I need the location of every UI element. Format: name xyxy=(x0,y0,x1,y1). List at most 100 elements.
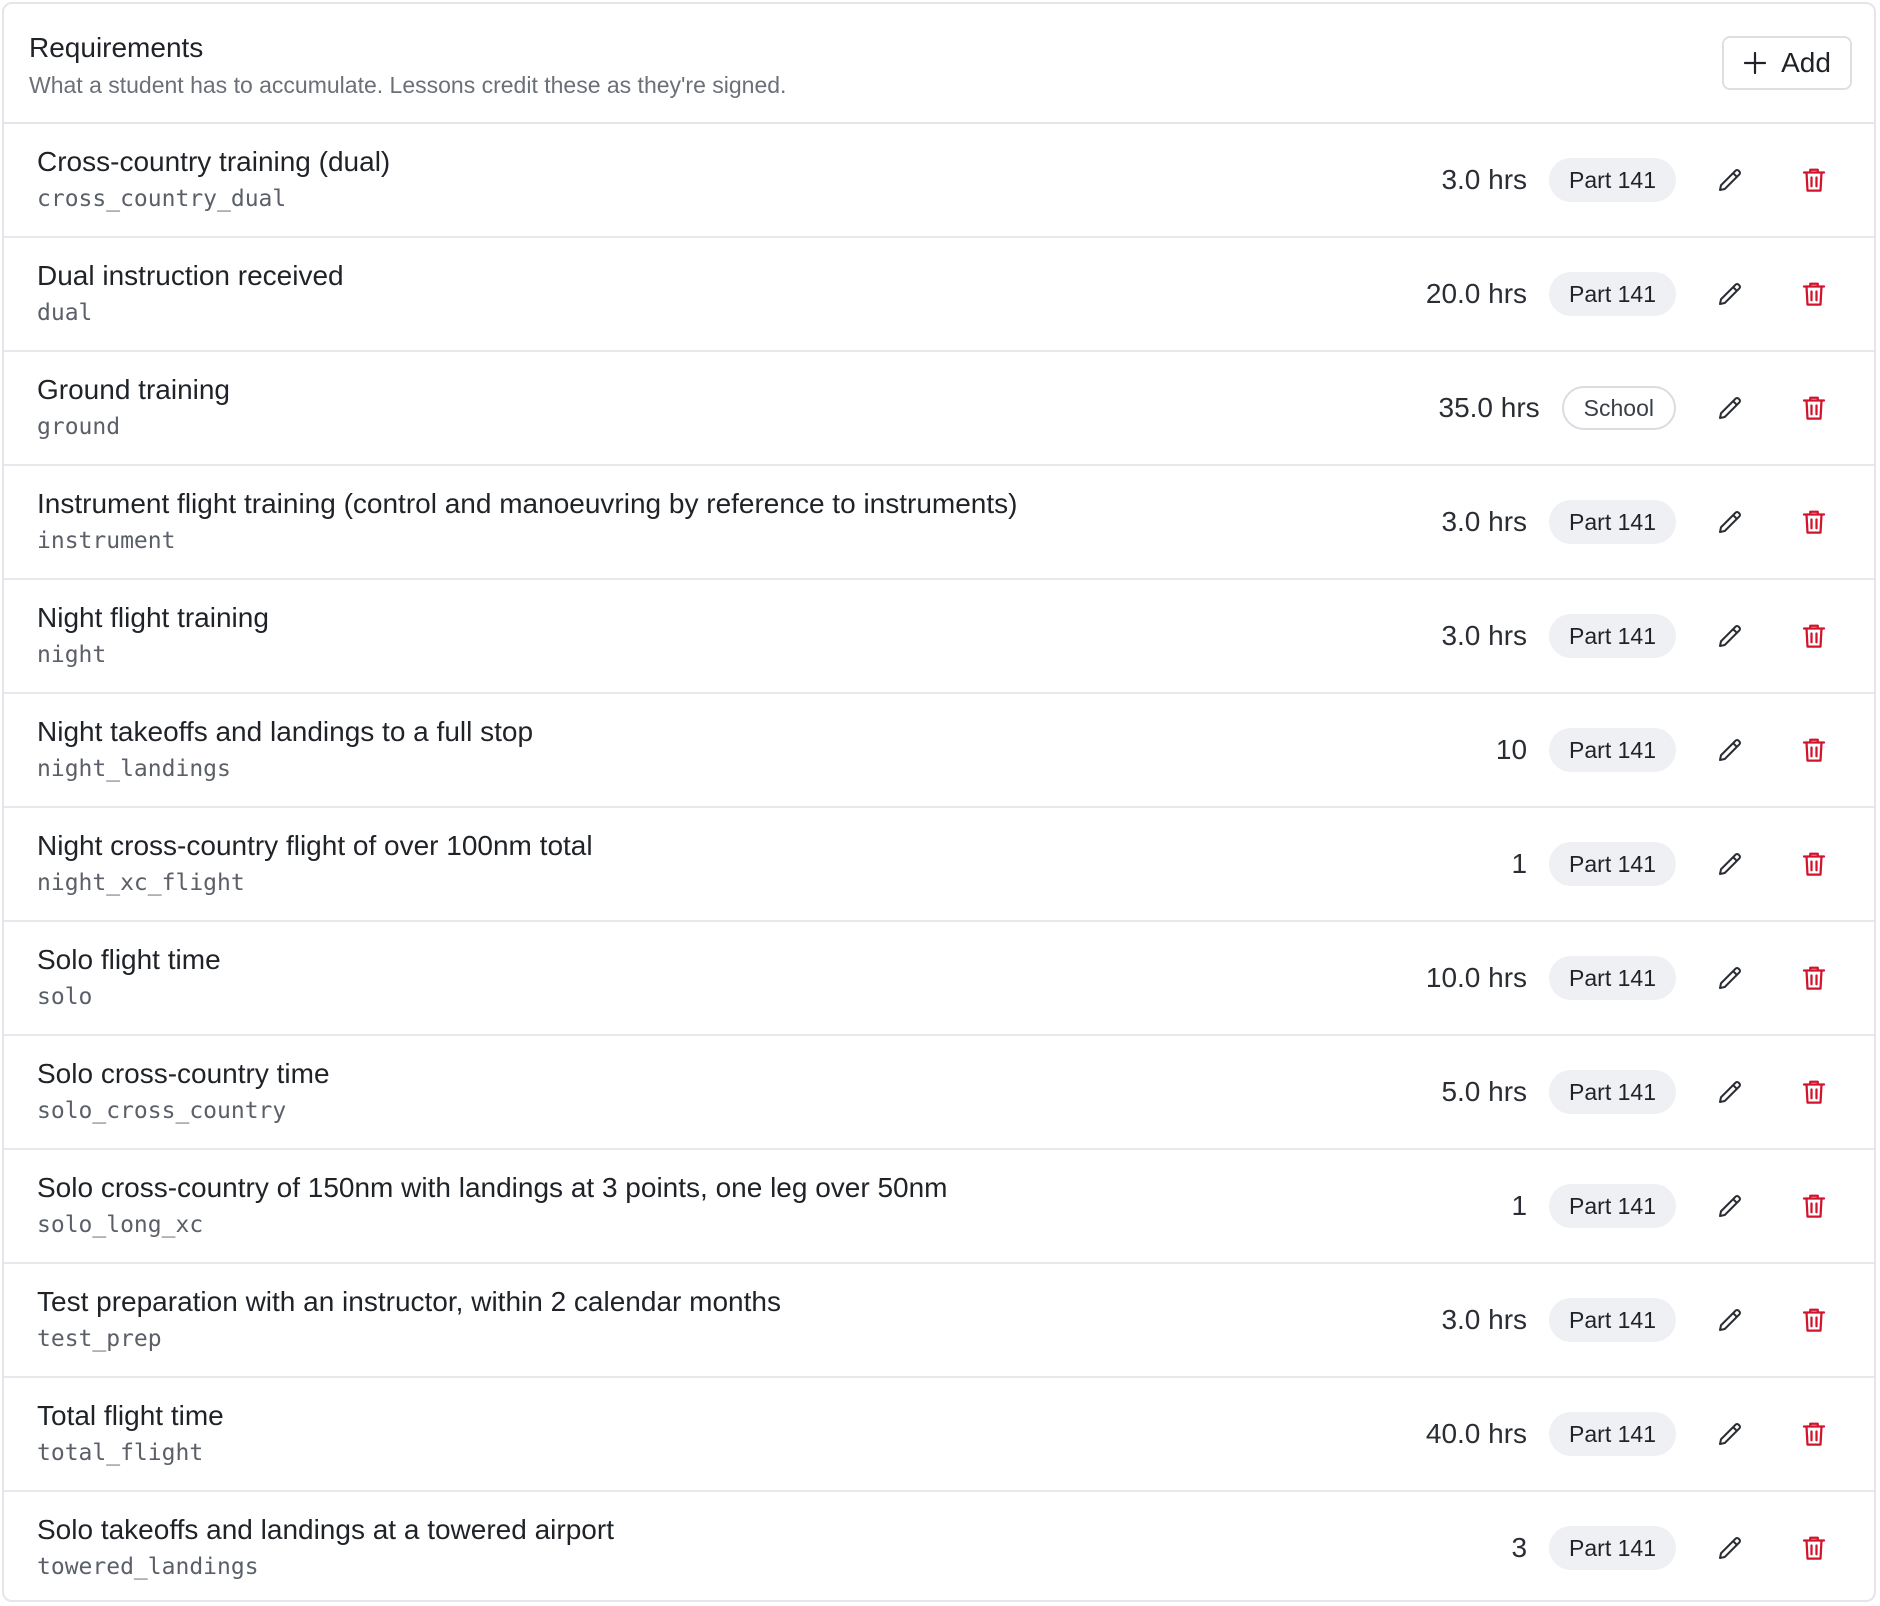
add-button[interactable]: Add xyxy=(1722,36,1852,90)
requirement-title: Night cross-country flight of over 100nm… xyxy=(37,830,593,861)
trash-icon xyxy=(1799,279,1829,309)
edit-button[interactable] xyxy=(1710,502,1750,542)
trash-icon xyxy=(1799,1191,1829,1221)
requirement-row: Instrument flight training (control and … xyxy=(4,466,1874,580)
delete-button[interactable] xyxy=(1794,844,1834,884)
pencil-icon xyxy=(1715,165,1745,195)
requirement-value: 20.0 hrs xyxy=(1425,278,1528,309)
delete-button[interactable] xyxy=(1794,1300,1834,1340)
pencil-icon xyxy=(1715,735,1745,765)
requirement-actions: 3.0 hrs Part 141 xyxy=(1441,1264,1834,1376)
requirement-title: Solo cross-country of 150nm with landing… xyxy=(37,1172,948,1203)
add-button-label: Add xyxy=(1781,47,1831,78)
plus-icon xyxy=(1743,51,1767,75)
edit-button[interactable] xyxy=(1710,388,1750,428)
requirement-key: instrument xyxy=(37,528,176,554)
pencil-icon xyxy=(1715,1077,1745,1107)
requirement-badge: Part 141 xyxy=(1549,1526,1676,1570)
edit-button[interactable] xyxy=(1710,730,1750,770)
trash-icon xyxy=(1799,1305,1829,1335)
requirement-row: Solo cross-country time solo_cross_countr… xyxy=(4,1036,1874,1150)
requirement-title: Night flight training xyxy=(37,602,269,633)
requirement-value: 5.0 hrs xyxy=(1441,1076,1528,1107)
requirements-list: Cross-country training (dual) cross_count… xyxy=(4,124,1874,1600)
requirement-badge: Part 141 xyxy=(1549,272,1676,316)
pencil-icon xyxy=(1715,963,1745,993)
requirement-title: Test preparation with an instructor, wit… xyxy=(37,1286,781,1317)
requirement-key: test_prep xyxy=(37,1326,162,1352)
requirement-title: Solo flight time xyxy=(37,944,221,975)
requirement-actions: 35.0 hrs School xyxy=(1439,352,1835,464)
delete-button[interactable] xyxy=(1794,1186,1834,1226)
edit-button[interactable] xyxy=(1710,160,1750,200)
requirement-actions: 3.0 hrs Part 141 xyxy=(1441,466,1834,578)
delete-button[interactable] xyxy=(1794,616,1834,656)
requirement-badge: Part 141 xyxy=(1549,1298,1676,1342)
requirement-key: solo xyxy=(37,984,93,1010)
requirement-actions: 20.0 hrs Part 141 xyxy=(1426,238,1834,350)
requirement-title: Ground training xyxy=(37,374,231,405)
requirement-row: Night takeoffs and landings to a full st… xyxy=(4,694,1874,808)
trash-icon xyxy=(1799,1419,1829,1449)
edit-button[interactable] xyxy=(1710,1186,1750,1226)
pencil-icon xyxy=(1715,1419,1745,1449)
requirement-title: Instrument flight training (control and … xyxy=(37,488,1018,519)
delete-button[interactable] xyxy=(1794,730,1834,770)
requirement-value: 3 xyxy=(1511,1532,1528,1563)
edit-button[interactable] xyxy=(1710,1072,1750,1112)
delete-button[interactable] xyxy=(1794,274,1834,314)
requirement-title: Cross-country training (dual) xyxy=(37,146,391,177)
requirement-key: ground xyxy=(37,414,121,440)
requirement-value: 3.0 hrs xyxy=(1441,1304,1528,1335)
requirements-panel: Requirements What a student has to accum… xyxy=(2,2,1876,1602)
panel-header: Requirements What a student has to accum… xyxy=(4,4,1874,124)
delete-button[interactable] xyxy=(1794,1072,1834,1112)
requirement-actions: 1 Part 141 xyxy=(1511,808,1834,920)
requirement-key: night_landings xyxy=(37,756,231,782)
requirement-badge: Part 141 xyxy=(1549,842,1676,886)
delete-button[interactable] xyxy=(1794,1528,1834,1568)
requirement-title: Night takeoffs and landings to a full st… xyxy=(37,716,534,747)
pencil-icon xyxy=(1715,1305,1745,1335)
edit-button[interactable] xyxy=(1710,958,1750,998)
trash-icon xyxy=(1799,735,1829,765)
trash-icon xyxy=(1799,621,1829,651)
requirement-row: Dual instruction received dual 20.0 hrs Par… xyxy=(4,238,1874,352)
requirement-key: night_xc_flight xyxy=(37,870,245,896)
requirement-row: Night cross-country flight of over 100nm… xyxy=(4,808,1874,922)
delete-button[interactable] xyxy=(1794,1414,1834,1454)
delete-button[interactable] xyxy=(1794,502,1834,542)
requirement-value: 3.0 hrs xyxy=(1441,506,1528,537)
requirement-key: night xyxy=(37,642,107,668)
requirement-row: Test preparation with an instructor, wit… xyxy=(4,1264,1874,1378)
edit-button[interactable] xyxy=(1710,274,1750,314)
requirement-badge: Part 141 xyxy=(1549,614,1676,658)
panel-title: Requirements xyxy=(29,32,204,63)
trash-icon xyxy=(1799,963,1829,993)
delete-button[interactable] xyxy=(1794,388,1834,428)
edit-button[interactable] xyxy=(1710,1300,1750,1340)
requirement-title: Dual instruction received xyxy=(37,260,344,291)
edit-button[interactable] xyxy=(1710,616,1750,656)
edit-button[interactable] xyxy=(1710,844,1750,884)
pencil-icon xyxy=(1715,507,1745,537)
requirement-actions: 3 Part 141 xyxy=(1511,1492,1834,1600)
delete-button[interactable] xyxy=(1794,958,1834,998)
requirement-badge: Part 141 xyxy=(1549,1070,1676,1114)
requirement-title: Solo cross-country time xyxy=(37,1058,330,1089)
requirement-key: solo_long_xc xyxy=(37,1212,204,1238)
requirement-badge: Part 141 xyxy=(1549,500,1676,544)
requirement-key: dual xyxy=(37,300,93,326)
requirement-actions: 10 Part 141 xyxy=(1496,694,1834,806)
pencil-icon xyxy=(1715,1533,1745,1563)
delete-button[interactable] xyxy=(1794,160,1834,200)
requirement-value: 10 xyxy=(1495,734,1528,765)
edit-button[interactable] xyxy=(1710,1528,1750,1568)
edit-button[interactable] xyxy=(1710,1414,1750,1454)
requirement-actions: 5.0 hrs Part 141 xyxy=(1441,1036,1834,1148)
requirement-row: Solo takeoffs and landings at a towered … xyxy=(4,1492,1874,1600)
requirement-badge: Part 141 xyxy=(1549,956,1676,1000)
requirement-key: towered_landings xyxy=(37,1554,259,1580)
requirement-badge: School xyxy=(1561,386,1676,430)
requirement-actions: 10.0 hrs Part 141 xyxy=(1426,922,1834,1034)
